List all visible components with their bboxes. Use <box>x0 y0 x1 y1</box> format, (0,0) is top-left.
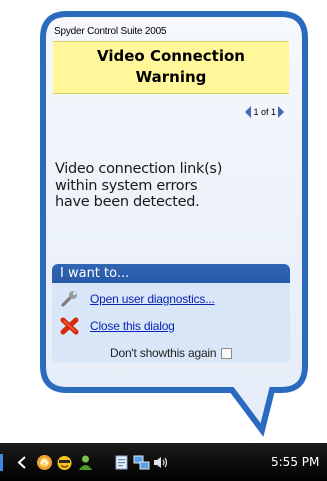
update-alert-icon[interactable] <box>36 454 53 471</box>
actions-header: I want to... <box>52 264 290 283</box>
notification-title: Video Connection Warning <box>53 46 289 88</box>
previous-arrow-icon[interactable] <box>245 106 252 118</box>
speaker-icon[interactable] <box>152 454 169 471</box>
notification-balloon: Spyder Control Suite 2005 Video Connecti… <box>47 18 295 378</box>
close-dialog-row[interactable]: Close this dialog <box>60 316 175 336</box>
app-name: Spyder Control Suite 2005 <box>54 26 167 37</box>
network-icon[interactable] <box>133 454 150 471</box>
pager-label: 1 of 1 <box>253 107 276 117</box>
title-line-1: Video Connection <box>97 47 245 65</box>
pager: 1 of 1 <box>245 105 284 119</box>
message-line-3: have been detected. <box>55 194 200 210</box>
open-user-diagnostics-link[interactable]: Open user diagnostics... <box>90 292 215 306</box>
dont-show-again-option[interactable]: Don't showthis again <box>110 346 233 360</box>
taskbar-clock[interactable]: 5:55 PM <box>271 453 319 471</box>
taskbar: 5:55 PM <box>0 443 327 481</box>
open-diagnostics-row[interactable]: Open user diagnostics... <box>60 289 215 309</box>
title-band: Video Connection Warning <box>53 41 289 94</box>
message-line-2: within system errors <box>55 177 198 194</box>
notification-message: Video connection link(s) within system e… <box>55 161 287 211</box>
close-this-dialog-link[interactable]: Close this dialog <box>90 319 175 333</box>
dont-show-again-label: Don't showthis again <box>110 346 217 360</box>
notepad-icon[interactable] <box>113 454 130 471</box>
next-arrow-icon[interactable] <box>278 106 284 118</box>
close-x-icon <box>60 317 79 335</box>
system-tray: 5:55 PM <box>0 443 327 481</box>
dont-show-again-checkbox[interactable] <box>221 347 233 359</box>
user-person-icon[interactable] <box>77 454 94 471</box>
messenger-smiley-icon[interactable] <box>56 454 73 471</box>
message-line-1: Video connection link(s) <box>55 161 223 177</box>
actions-panel: Open user diagnostics... Close this dial… <box>52 283 290 363</box>
title-line-2: Warning <box>135 68 207 86</box>
wrench-icon <box>61 291 77 307</box>
show-hidden-chevron-icon[interactable] <box>14 454 31 471</box>
tray-edge-icon <box>0 454 3 471</box>
